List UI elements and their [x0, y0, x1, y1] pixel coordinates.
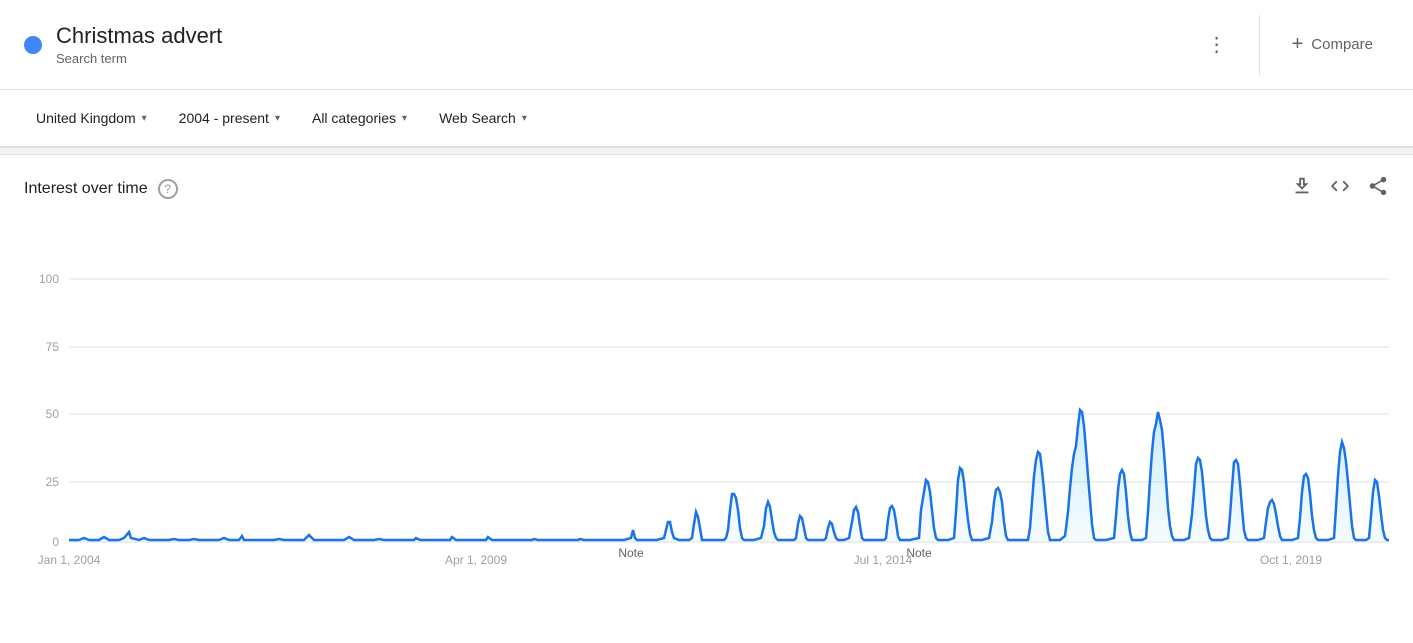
category-filter[interactable]: All categories ▾ [300, 104, 419, 132]
header-divider [1259, 15, 1260, 75]
svg-text:50: 50 [46, 407, 60, 421]
period-label: 2004 - present [179, 110, 269, 126]
section-separator [0, 147, 1413, 155]
more-options-icon[interactable]: ⋮ [1191, 24, 1243, 65]
chart-title-area: Interest over time ? [24, 179, 178, 199]
chart-header: Interest over time ? [24, 175, 1389, 202]
share-button[interactable] [1367, 175, 1389, 202]
svg-text:100: 100 [39, 272, 59, 286]
search-type-label: Web Search [439, 110, 516, 126]
search-term-section: Christmas advert Search term ⋮ [24, 23, 1243, 66]
svg-text:Apr 1, 2009: Apr 1, 2009 [445, 553, 507, 567]
chart-container: 0 25 50 75 100 Jan 1, 2004 Apr 1, 2009 J… [24, 212, 1389, 572]
period-filter[interactable]: 2004 - present ▾ [167, 104, 292, 132]
period-arrow: ▾ [275, 113, 280, 124]
svg-text:75: 75 [46, 340, 60, 354]
search-type-arrow: ▾ [522, 113, 527, 124]
category-arrow: ▾ [402, 113, 407, 124]
svg-text:Note: Note [906, 546, 932, 560]
download-button[interactable] [1291, 175, 1313, 202]
svg-text:Jul 1, 2014: Jul 1, 2014 [854, 553, 913, 567]
compare-plus-icon: + [1292, 33, 1304, 56]
compare-label: Compare [1311, 36, 1373, 53]
header: Christmas advert Search term ⋮ + Compare [0, 0, 1413, 90]
help-icon[interactable]: ? [158, 179, 178, 199]
search-term-dot [24, 36, 42, 54]
svg-text:Jan 1, 2004: Jan 1, 2004 [38, 553, 101, 567]
compare-button[interactable]: + Compare [1276, 25, 1389, 64]
embed-button[interactable] [1329, 175, 1351, 202]
svg-text:0: 0 [52, 535, 59, 549]
region-label: United Kingdom [36, 110, 136, 126]
chart-title: Interest over time [24, 180, 148, 198]
interest-chart: 0 25 50 75 100 Jan 1, 2004 Apr 1, 2009 J… [24, 212, 1389, 572]
filters-row: United Kingdom ▾ 2004 - present ▾ All ca… [0, 90, 1413, 147]
chart-actions [1291, 175, 1389, 202]
svg-text:Oct 1, 2019: Oct 1, 2019 [1260, 553, 1322, 567]
search-type-filter[interactable]: Web Search ▾ [427, 104, 539, 132]
category-label: All categories [312, 110, 396, 126]
svg-text:Note: Note [618, 546, 644, 560]
search-term-title: Christmas advert [56, 23, 222, 49]
search-term-text: Christmas advert Search term [56, 23, 222, 66]
search-term-subtitle: Search term [56, 51, 222, 66]
svg-text:25: 25 [46, 475, 60, 489]
region-arrow: ▾ [142, 113, 147, 124]
region-filter[interactable]: United Kingdom ▾ [24, 104, 159, 132]
chart-section: Interest over time ? [0, 155, 1413, 582]
